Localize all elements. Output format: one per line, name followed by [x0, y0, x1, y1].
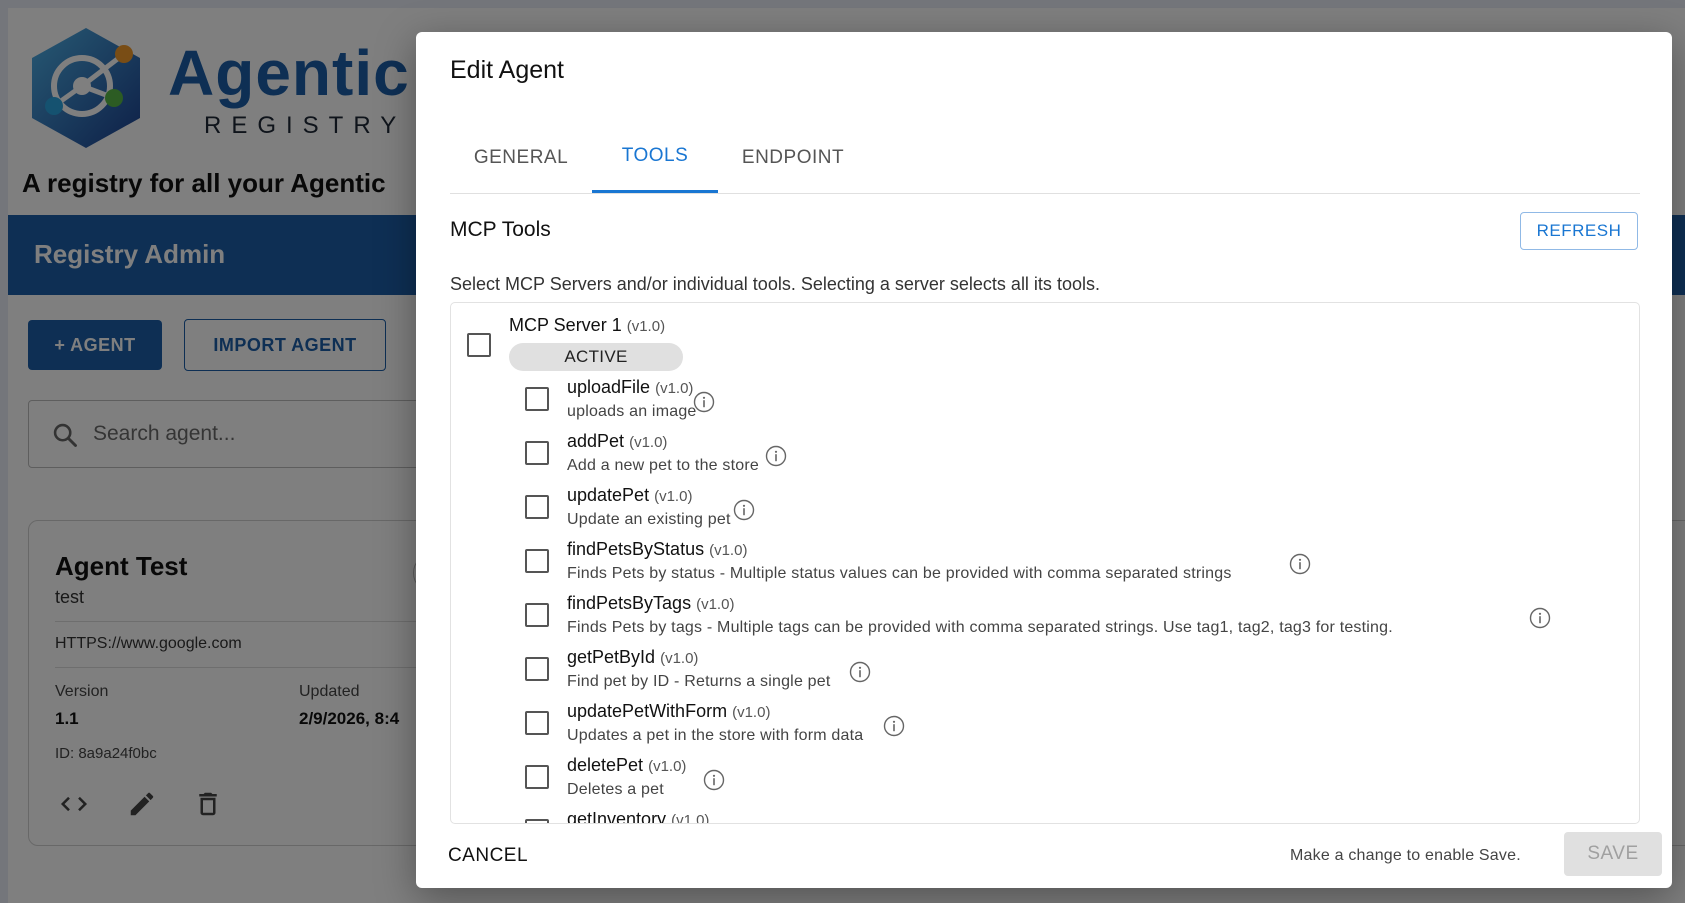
server-version: (v1.0) [626, 318, 666, 335]
cancel-button[interactable]: CANCEL [438, 836, 538, 876]
tool-name: updatePet (v1.0) [567, 485, 692, 506]
tool-name-text: findPetsByTags [567, 593, 692, 613]
info-icon[interactable] [1289, 553, 1311, 575]
tool-description: uploads an image [567, 403, 697, 420]
tool-description: Finds Pets by tags - Multiple tags can b… [567, 619, 1393, 636]
info-icon[interactable] [1529, 607, 1551, 629]
tool-description: Add a new pet to the store [567, 457, 759, 474]
tab-general[interactable]: GENERAL [450, 122, 592, 193]
tool-version: (v1.0) [671, 812, 710, 824]
section-title: MCP Tools [450, 218, 551, 241]
edit-agent-dialog: Edit Agent GENERAL TOOLS ENDPOINT MCP To… [416, 32, 1672, 888]
tool-description: Find pet by ID - Returns a single pet [567, 673, 831, 690]
info-icon[interactable] [693, 391, 715, 413]
tool-name: deletePet (v1.0) [567, 755, 686, 776]
info-icon[interactable] [849, 661, 871, 683]
tool-version: (v1.0) [629, 434, 668, 451]
tab-tools[interactable]: TOOLS [592, 122, 718, 193]
tool-checkbox[interactable] [525, 765, 549, 789]
tool-name-text: getInventory [567, 809, 667, 824]
section-description: Select MCP Servers and/or individual too… [450, 274, 1100, 294]
tool-name: findPetsByStatus (v1.0) [567, 539, 747, 560]
save-hint: Make a change to enable Save. [1290, 847, 1521, 864]
tool-version: (v1.0) [648, 758, 687, 775]
tool-checkbox[interactable] [525, 549, 549, 573]
tool-name: addPet (v1.0) [567, 431, 667, 452]
tool-version: (v1.0) [655, 380, 694, 397]
tool-checkbox[interactable] [525, 441, 549, 465]
save-button[interactable]: SAVE [1564, 832, 1662, 876]
info-icon[interactable] [703, 769, 725, 791]
tool-version: (v1.0) [696, 596, 735, 613]
tab-bar: GENERAL TOOLS ENDPOINT [450, 122, 1640, 194]
tool-checkbox[interactable] [525, 387, 549, 411]
tool-name-text: addPet [567, 431, 625, 451]
tool-checkbox[interactable] [525, 657, 549, 681]
tool-name-text: updatePetWithForm [567, 701, 728, 721]
tool-name-text: getPetById [567, 647, 656, 667]
tool-description: Finds Pets by status - Multiple status v… [567, 565, 1232, 582]
tool-name: uploadFile (v1.0) [567, 377, 693, 398]
tool-name-text: deletePet [567, 755, 644, 775]
tool-name-text: uploadFile [567, 377, 651, 397]
tab-endpoint[interactable]: ENDPOINT [718, 122, 868, 193]
refresh-button[interactable]: REFRESH [1520, 212, 1638, 250]
tool-checkbox[interactable] [525, 711, 549, 735]
tool-version: (v1.0) [732, 704, 771, 721]
tool-checkbox[interactable] [525, 819, 549, 823]
tool-name-text: findPetsByStatus [567, 539, 705, 559]
tool-description: Updates a pet in the store with form dat… [567, 727, 864, 744]
tool-name-text: updatePet [567, 485, 650, 505]
tool-description: Update an existing pet [567, 511, 731, 528]
server-name-text: MCP Server 1 [509, 315, 622, 335]
tool-name: getPetById (v1.0) [567, 647, 698, 668]
tool-checkbox[interactable] [525, 495, 549, 519]
info-icon[interactable] [733, 499, 755, 521]
status-badge: ACTIVE [509, 343, 683, 371]
dialog-title: Edit Agent [450, 56, 564, 84]
tool-name: getInventory (v1.0) [567, 809, 710, 824]
tool-version: (v1.0) [654, 488, 693, 505]
tool-version: (v1.0) [709, 542, 748, 559]
server-name: MCP Server 1 (v1.0) [509, 315, 665, 336]
tool-name: findPetsByTags (v1.0) [567, 593, 734, 614]
tool-version: (v1.0) [660, 650, 699, 667]
info-icon[interactable] [883, 715, 905, 737]
info-icon[interactable] [765, 445, 787, 467]
server-checkbox[interactable] [467, 333, 491, 357]
tool-checkbox[interactable] [525, 603, 549, 627]
tool-list-panel[interactable]: MCP Server 1 (v1.0) ACTIVE uploadFile (v… [450, 302, 1640, 824]
tool-name: updatePetWithForm (v1.0) [567, 701, 770, 722]
tool-description: Deletes a pet [567, 781, 664, 798]
